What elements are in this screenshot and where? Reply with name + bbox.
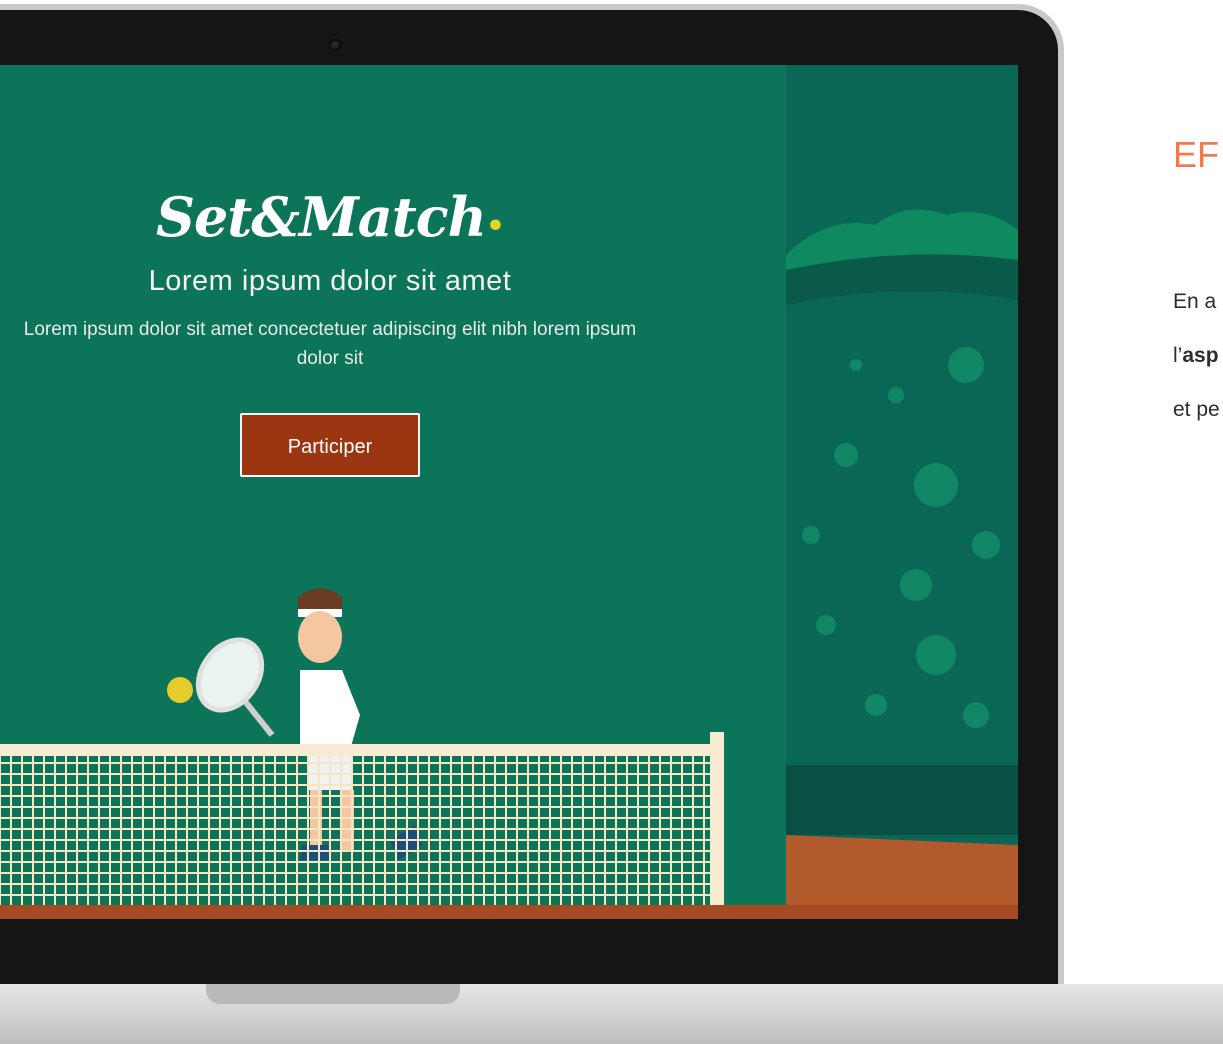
participate-button[interactable]: Participer: [240, 413, 420, 477]
hero-subline-text: Lorem ipsum dolor sit amet concectetuer …: [23, 319, 637, 369]
court-strip: [0, 905, 1018, 919]
laptop-base: [0, 984, 1223, 1044]
side-text-line-2: l’asp: [1173, 344, 1219, 368]
side-text-line-2-bold: asp: [1182, 344, 1219, 367]
tennis-net-illustration: [0, 732, 724, 910]
webcam-icon: [329, 39, 341, 51]
logo-dot-icon: •: [485, 209, 505, 244]
laptop-notch: [206, 984, 460, 1004]
hero-headline: Lorem ipsum dolor sit amet: [148, 265, 512, 297]
brand-logo: Set&Match•: [150, 185, 510, 249]
section-title: EF: [1173, 134, 1220, 175]
side-text-line-3: et pe: [1173, 398, 1220, 421]
side-text-line-1: En a: [1173, 290, 1217, 313]
hero-subline: Lorem ipsum dolor sit amet concectetuer …: [0, 315, 660, 373]
brand-logo-text: Set&Match: [155, 185, 487, 249]
stadium-crowd-illustration: [786, 209, 1018, 919]
side-text-line-2-prefix: l’: [1173, 344, 1183, 367]
laptop-screen: Set&Match• Lorem ipsum dolor sit amet Lo…: [0, 65, 1018, 919]
